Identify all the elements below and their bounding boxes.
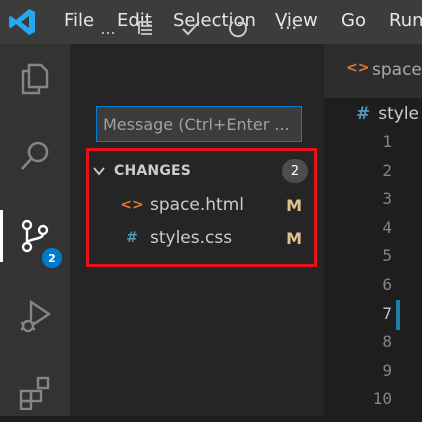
run-debug-icon (21, 299, 52, 333)
extensions-icon (19, 376, 50, 410)
highlight-box (86, 148, 317, 267)
activity-source-control[interactable]: 2 (0, 206, 70, 270)
tab-label: space (372, 60, 422, 80)
menu-run[interactable]: Run (389, 10, 422, 31)
breadcrumb-file-label: style (378, 104, 420, 124)
activity-search[interactable] (0, 126, 70, 186)
line-number: 1 (382, 132, 392, 151)
modified-line-indicator (396, 300, 400, 330)
line-number: 2 (382, 161, 392, 180)
commit-check-icon[interactable] (177, 14, 205, 42)
more-actions-icon[interactable]: ... (94, 14, 122, 42)
explorer-icon (21, 63, 49, 95)
breadcrumb[interactable]: # style (356, 104, 419, 124)
menu-go[interactable]: Go (341, 10, 366, 31)
line-number: 4 (382, 218, 392, 237)
editor-tab[interactable]: <> space (324, 44, 422, 98)
vscode-logo-icon (9, 9, 35, 35)
activity-extensions[interactable] (0, 362, 70, 422)
activity-run-debug[interactable] (0, 286, 70, 346)
line-number: 3 (382, 189, 392, 208)
line-number: 5 (382, 246, 392, 265)
menu-file[interactable]: File (64, 10, 94, 31)
line-number: 6 (382, 275, 392, 294)
css-file-icon: # (356, 104, 371, 124)
line-number: 10 (372, 389, 392, 408)
activity-bar: 2 (0, 44, 70, 416)
commit-message-input[interactable] (96, 106, 302, 142)
refresh-icon[interactable] (224, 14, 252, 42)
title-bar: File Edit Selection View Go Run (0, 0, 422, 44)
source-control-badge: 2 (40, 246, 64, 270)
html-file-icon: <> (346, 60, 370, 76)
line-number: 9 (382, 361, 392, 380)
view-as-tree-icon[interactable] (130, 14, 158, 42)
ellipsis-icon[interactable]: ··· (274, 14, 302, 42)
line-number: 8 (382, 332, 392, 351)
search-icon (21, 141, 49, 170)
line-number-current: 7 (382, 304, 392, 323)
activity-explorer[interactable] (0, 48, 70, 108)
